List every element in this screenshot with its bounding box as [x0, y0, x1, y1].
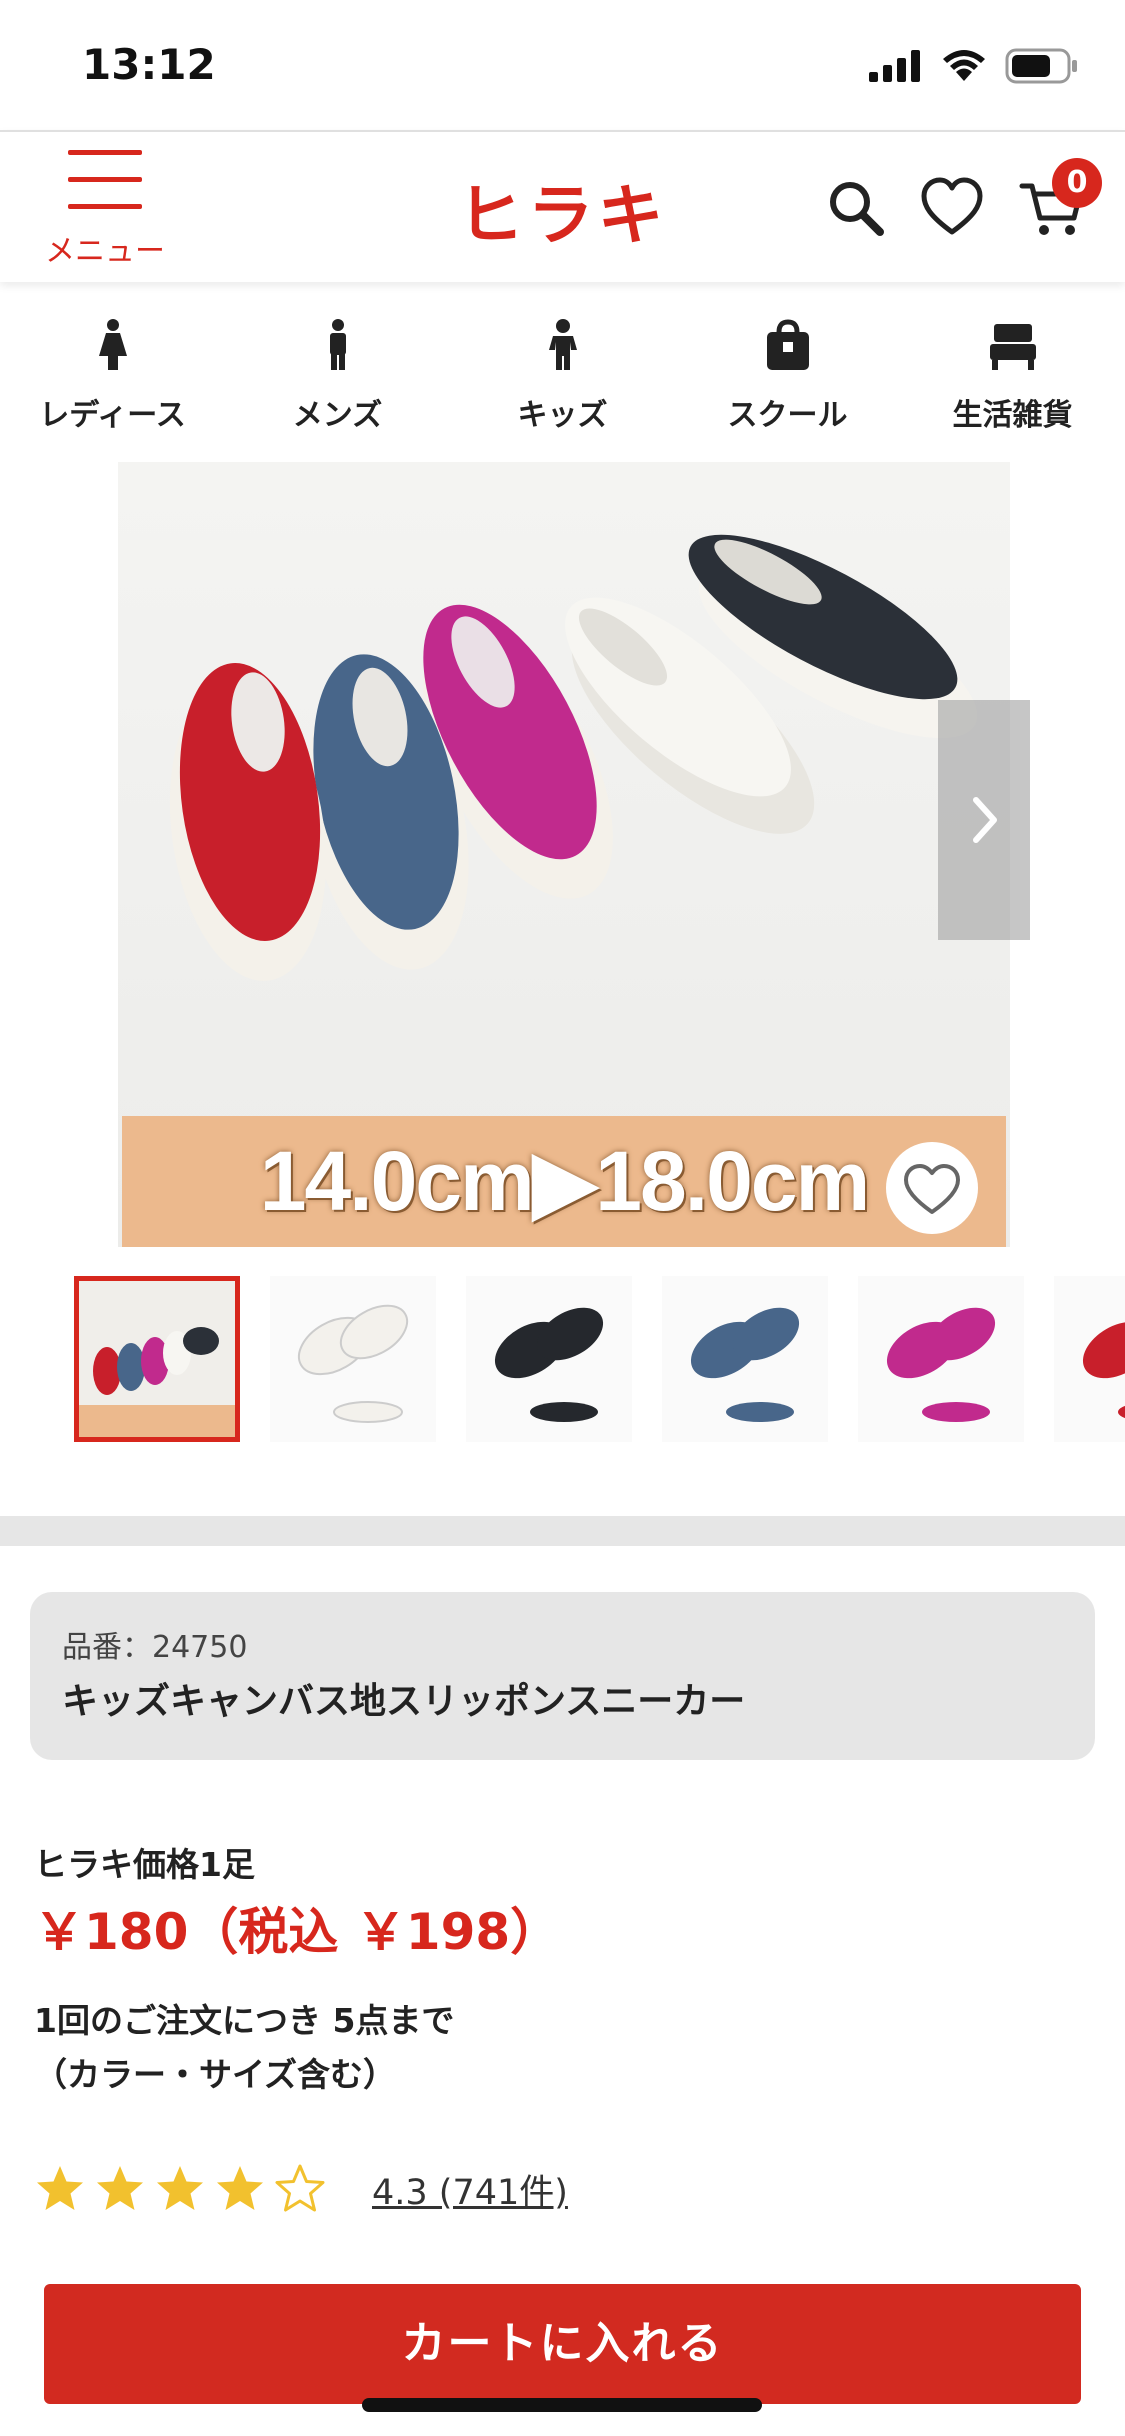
hamburger-icon	[68, 150, 142, 231]
favorite-button[interactable]	[886, 1142, 978, 1234]
status-bar: 13:12	[0, 0, 1125, 130]
star-icon	[37, 2166, 83, 2210]
site-header: メニュー ヒラキ 0	[0, 130, 1125, 282]
category-label: 生活雑貨	[952, 398, 1073, 433]
star-icon	[97, 2166, 143, 2210]
shoes-illustration	[169, 534, 978, 981]
category-household[interactable]: 生活雑貨	[900, 290, 1125, 450]
category-ladies[interactable]: レディース	[0, 290, 225, 450]
rating-stars	[34, 2163, 326, 2215]
category-label: キッズ	[517, 398, 608, 433]
status-time: 13:12	[82, 40, 216, 89]
category-label: メンズ	[292, 398, 383, 433]
product-name: キッズキャンバス地スリッポンスニーカー	[62, 1681, 746, 1722]
man-icon	[329, 319, 346, 370]
product-number: 品番：24750	[62, 1630, 248, 1665]
home-indicator	[362, 2398, 762, 2412]
search-icon[interactable]	[820, 172, 892, 244]
category-label: レディース	[39, 398, 186, 433]
heart-icon[interactable]	[916, 172, 988, 244]
rating-summary-link[interactable]: 4.3 (741件)	[372, 2164, 568, 2215]
thumbnail-6[interactable]	[1054, 1276, 1125, 1442]
size-range-label: 14.0cm▶18.0cm	[259, 1134, 870, 1228]
add-to-cart-button[interactable]: カートに入れる	[44, 2284, 1081, 2404]
category-label: スクール	[727, 398, 848, 433]
status-icons	[869, 48, 1079, 84]
thumbnail-image	[1082, 1321, 1125, 1419]
battery-icon	[1005, 48, 1077, 84]
product-main-image[interactable]: 14.0cm▶18.0cm	[118, 462, 1010, 1247]
thumbnail-image	[297, 1304, 409, 1423]
cart-count-badge: 0	[1052, 158, 1102, 208]
category-nav: レディース メンズ キッズ スクール 生活雑貨	[0, 290, 1125, 450]
category-school[interactable]: スクール	[675, 290, 900, 450]
thumbnail-1[interactable]	[74, 1276, 240, 1442]
star-icon	[157, 2166, 203, 2210]
heart-icon	[904, 1164, 960, 1214]
next-image-button[interactable]	[938, 700, 1030, 940]
thumbnail-image	[79, 1327, 235, 1437]
thumbnail-4[interactable]	[662, 1276, 828, 1442]
menu-button[interactable]: メニュー	[44, 150, 165, 270]
order-limit-text: 1回のご注文につき 5点まで	[34, 2001, 455, 2040]
star-outline-icon	[275, 2164, 325, 2212]
thumbnail-strip[interactable]	[74, 1276, 1125, 1444]
thumbnail-5[interactable]	[858, 1276, 1024, 1442]
site-logo[interactable]: ヒラキ	[455, 162, 670, 258]
menu-label: メニュー	[45, 234, 165, 269]
thumbnail-image	[494, 1307, 604, 1422]
shoe-red	[169, 663, 327, 981]
wifi-icon	[943, 50, 985, 81]
product-title-box: 品番：24750 キッズキャンバス地スリッポンスニーカー	[30, 1592, 1095, 1760]
child-icon	[548, 319, 577, 370]
product-rating[interactable]: 4.3 (741件)	[34, 2152, 568, 2226]
order-limit-note: （カラー・サイズ含む）	[34, 2055, 397, 2094]
category-kids[interactable]: キッズ	[450, 290, 675, 450]
chevron-right-icon	[973, 797, 997, 843]
star-icon	[217, 2166, 263, 2210]
woman-icon	[98, 319, 127, 370]
thumbnail-2[interactable]	[270, 1276, 436, 1442]
bed-icon	[989, 324, 1036, 370]
signal-icon	[869, 50, 920, 82]
price-value: ￥180（税込 ￥198）	[34, 1903, 561, 1961]
thumbnail-image	[886, 1307, 996, 1422]
price-label: ヒラキ価格1足	[34, 1845, 255, 1884]
thumbnail-image	[690, 1307, 800, 1422]
thumbnail-3[interactable]	[466, 1276, 632, 1442]
section-divider	[0, 1516, 1125, 1546]
category-mens[interactable]: メンズ	[225, 290, 450, 450]
school-bag-icon	[766, 319, 809, 370]
